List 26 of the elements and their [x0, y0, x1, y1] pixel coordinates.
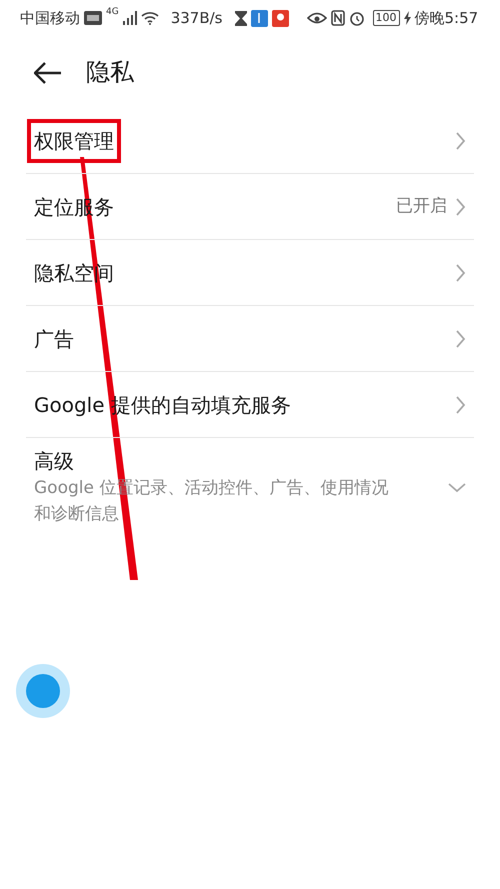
- app-icon: [272, 10, 288, 26]
- status-value: 已开启: [396, 194, 447, 218]
- chevron-right-icon: [455, 264, 466, 282]
- app-icon: [250, 10, 268, 26]
- network-speed: 337B/s: [170, 8, 222, 29]
- alarm-icon: [348, 10, 364, 26]
- network-type: 4G: [106, 6, 119, 19]
- wifi-icon: [140, 11, 159, 25]
- clock-time: 傍晚5:57: [414, 8, 478, 29]
- chevron-right-icon: [455, 198, 466, 216]
- hd-icon: [84, 11, 102, 25]
- carrier-name: 中国移动: [20, 8, 80, 29]
- hourglass-icon: [234, 10, 246, 26]
- chevron-right-icon: [455, 396, 466, 414]
- nfc-icon: [330, 10, 344, 26]
- battery-level: 100: [372, 10, 400, 26]
- chevron-down-icon: [448, 482, 466, 493]
- back-button[interactable]: [34, 60, 62, 84]
- signal-icon: [122, 11, 137, 25]
- chevron-right-icon: [455, 330, 466, 348]
- chevron-right-icon: [455, 132, 466, 150]
- floating-button[interactable]: [16, 664, 70, 718]
- page-title: 隐私: [86, 57, 134, 88]
- charging-icon: [404, 11, 410, 25]
- eye-icon: [306, 11, 326, 25]
- settings-item[interactable]: 权限管理: [26, 108, 474, 174]
